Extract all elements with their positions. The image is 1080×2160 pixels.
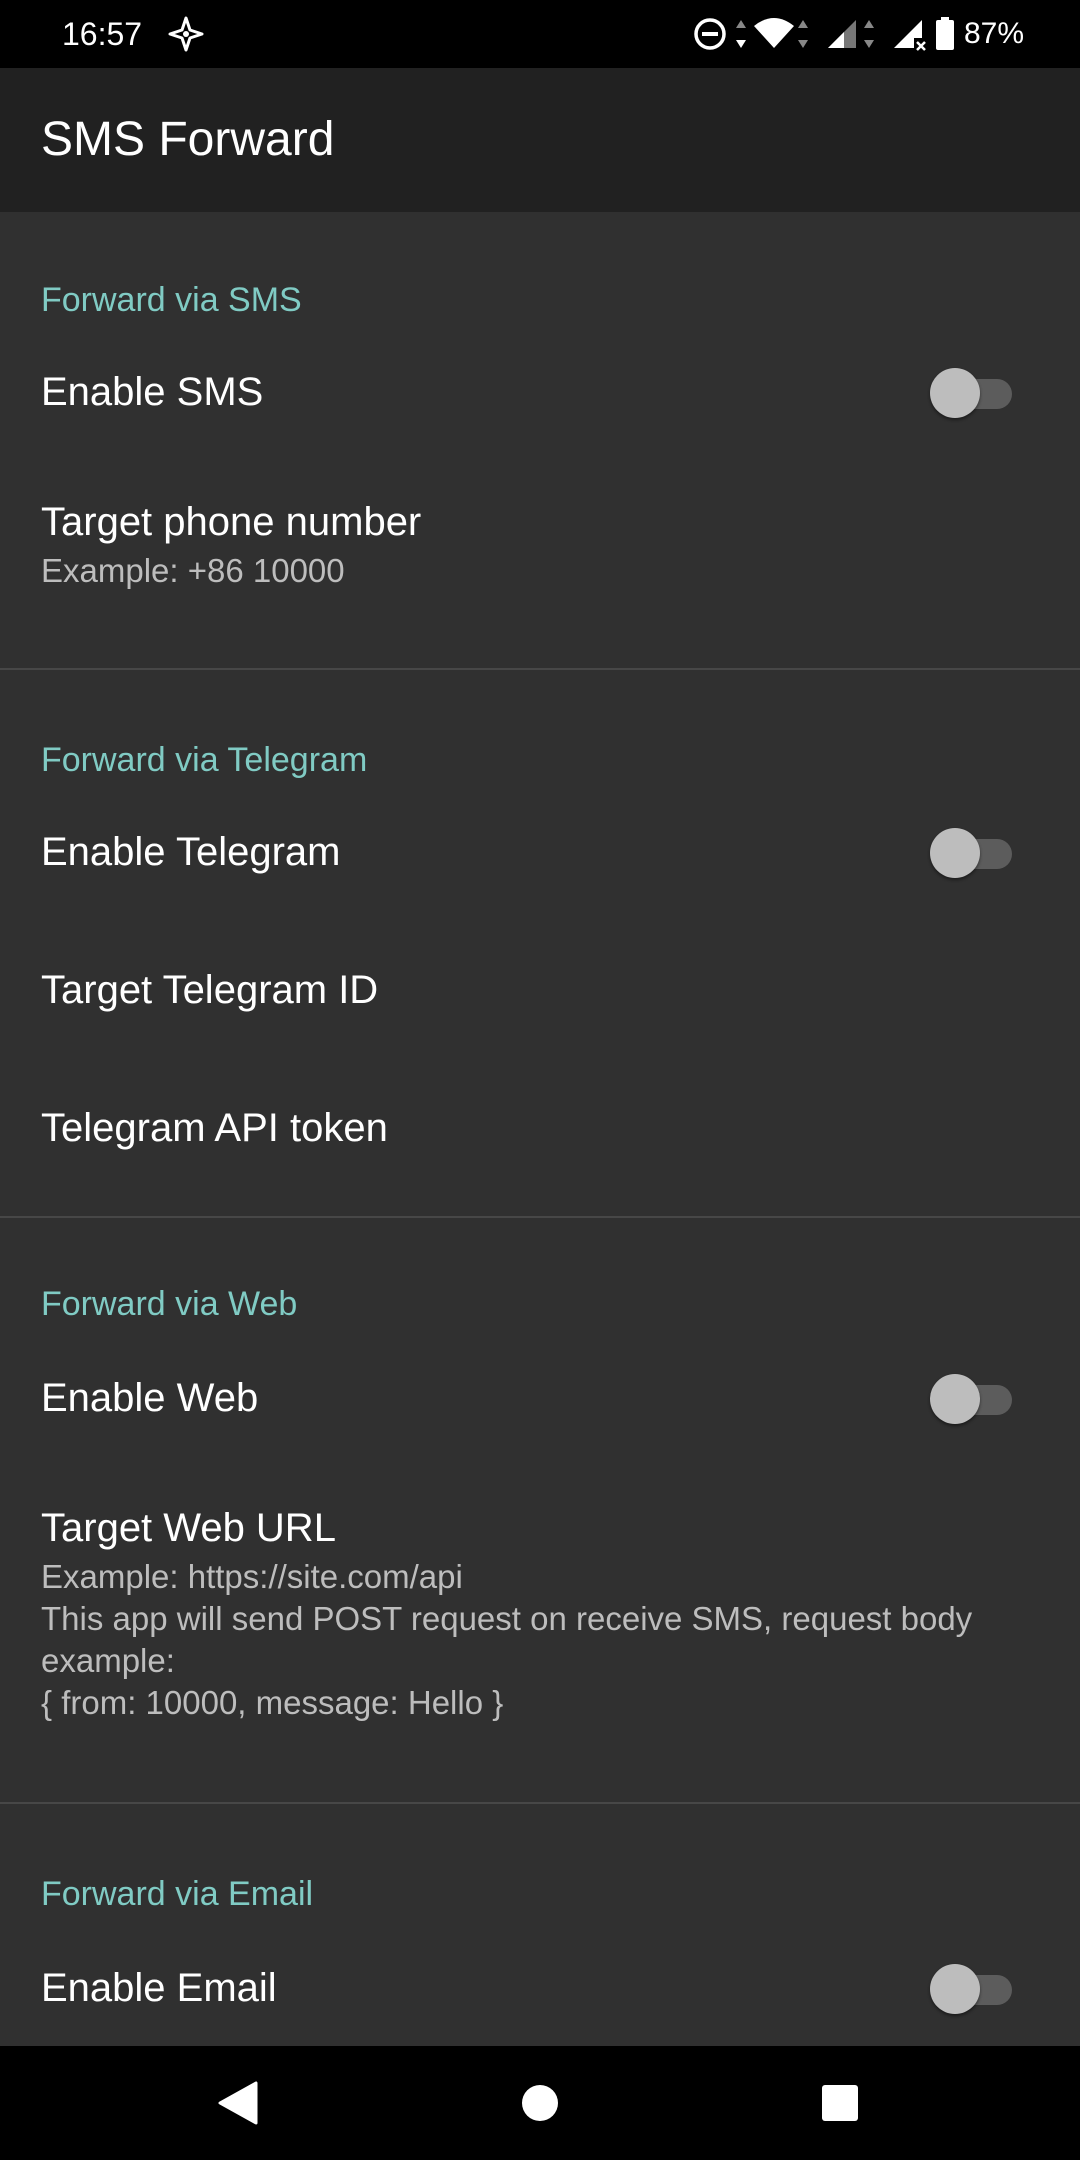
enable-web-switch[interactable] bbox=[930, 1372, 1012, 1426]
navigation-bar bbox=[0, 2046, 1080, 2160]
status-time: 16:57 bbox=[62, 16, 143, 52]
pref-summary: Example: +86 10000 bbox=[41, 552, 345, 589]
enable-telegram-toggle-row[interactable]: Enable Telegram bbox=[0, 782, 1080, 920]
screen: 16:57 87% SMS Forward Forward via SMS En… bbox=[0, 0, 1080, 2160]
pref-summary: Example: https://site.com/api This app w… bbox=[41, 1558, 973, 1721]
enable-email-switch[interactable] bbox=[930, 1962, 1012, 2016]
category-web: Forward via Web Enable Web Target Web UR… bbox=[0, 1218, 1080, 1804]
telegram-api-token-row[interactable]: Telegram API token bbox=[0, 1058, 1080, 1196]
home-icon bbox=[522, 2085, 558, 2121]
signal-icon bbox=[828, 20, 856, 48]
pref-title: Target phone number bbox=[41, 500, 422, 544]
recents-button[interactable] bbox=[770, 2046, 910, 2160]
battery-icon bbox=[936, 17, 954, 50]
enable-telegram-switch[interactable] bbox=[930, 826, 1012, 880]
home-button[interactable] bbox=[470, 2046, 610, 2160]
category-title: Forward via Web bbox=[41, 1285, 298, 1323]
pref-title: Enable Email bbox=[41, 1966, 277, 2010]
switch-thumb bbox=[930, 1374, 980, 1424]
pref-title: Target Web URL bbox=[41, 1506, 336, 1550]
app-title: SMS Forward bbox=[41, 113, 335, 166]
target-telegram-id-row[interactable]: Target Telegram ID bbox=[0, 920, 1080, 1058]
back-icon bbox=[218, 2081, 258, 2125]
signal-activity-icon bbox=[864, 20, 874, 48]
pref-title: Telegram API token bbox=[41, 1106, 388, 1150]
recents-icon bbox=[822, 2085, 858, 2121]
wifi-activity-icon bbox=[798, 20, 808, 48]
category-telegram: Forward via Telegram Enable Telegram Tar… bbox=[0, 670, 1080, 1218]
signal-no-sim-icon bbox=[894, 20, 926, 51]
switch-thumb bbox=[930, 1964, 980, 2014]
status-bar: 16:57 87% bbox=[0, 0, 1080, 68]
pref-title: Enable Telegram bbox=[41, 830, 341, 874]
switch-thumb bbox=[930, 368, 980, 418]
wifi-icon bbox=[754, 18, 794, 48]
category-sms: Forward via SMS Enable SMS Target phone … bbox=[0, 212, 1080, 670]
enable-email-toggle-row[interactable]: Enable Email bbox=[0, 1916, 1080, 2054]
location-icon bbox=[168, 16, 204, 52]
category-title: Forward via Telegram bbox=[41, 741, 368, 779]
enable-sms-toggle-row[interactable]: Enable SMS bbox=[0, 322, 1080, 460]
category-title: Forward via Email bbox=[41, 1875, 314, 1913]
pref-title: Enable Web bbox=[41, 1376, 259, 1420]
pref-title: Target Telegram ID bbox=[41, 968, 379, 1012]
target-phone-number-row[interactable]: Target phone number Example: +86 10000 bbox=[0, 460, 1080, 668]
enable-sms-switch[interactable] bbox=[930, 366, 1012, 420]
category-email: Forward via Email Enable Email bbox=[0, 1804, 1080, 2064]
pref-title: Enable SMS bbox=[41, 370, 264, 414]
back-button[interactable] bbox=[168, 2046, 308, 2160]
category-title: Forward via SMS bbox=[41, 281, 302, 319]
preference-list: Forward via SMS Enable SMS Target phone … bbox=[0, 212, 1080, 2064]
do-not-disturb-icon bbox=[694, 18, 726, 50]
data-activity-icon bbox=[736, 20, 746, 48]
target-web-url-row[interactable]: Target Web URL Example: https://site.com… bbox=[0, 1464, 1080, 1802]
enable-web-toggle-row[interactable]: Enable Web bbox=[0, 1326, 1080, 1464]
switch-thumb bbox=[930, 828, 980, 878]
battery-percent: 87% bbox=[964, 17, 1025, 50]
app-toolbar: SMS Forward bbox=[0, 68, 1080, 212]
